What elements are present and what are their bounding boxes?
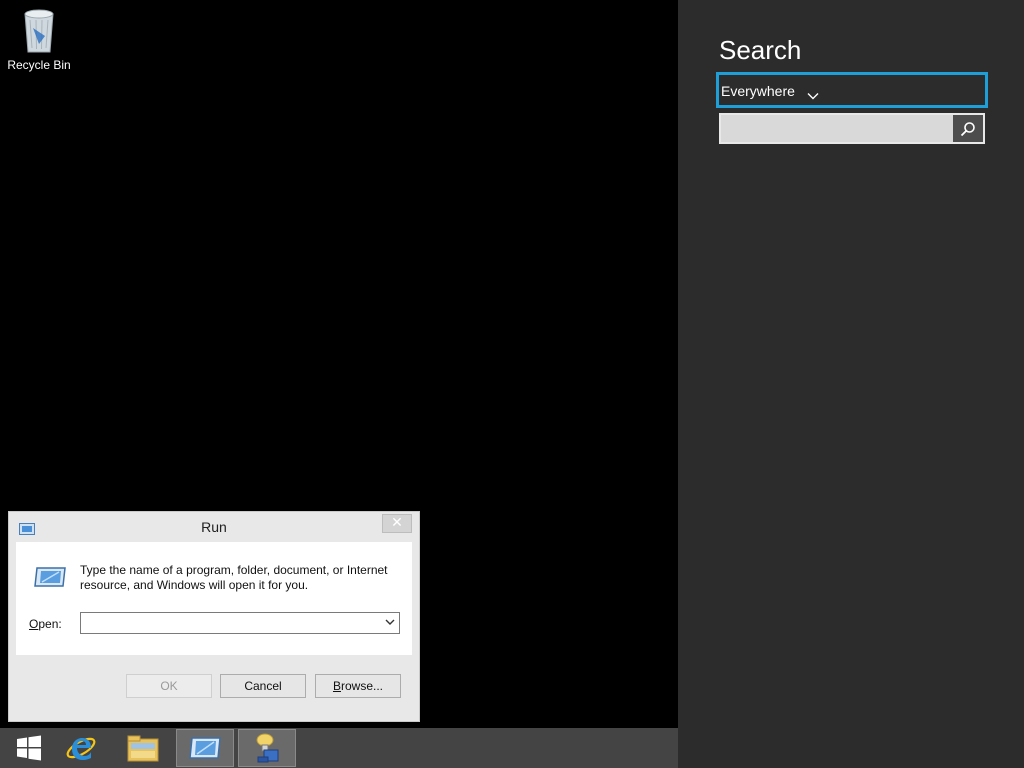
open-input[interactable]	[84, 615, 374, 633]
cancel-button[interactable]: Cancel	[220, 674, 306, 698]
taskbar-run-dialog[interactable]	[176, 729, 234, 767]
close-button[interactable]: ✕	[382, 514, 412, 533]
open-label-text: pen:	[38, 617, 62, 631]
open-label: Open:	[29, 617, 62, 631]
taskbar	[0, 728, 678, 768]
run-icon	[189, 737, 221, 759]
search-charm: Search Everywhere	[678, 0, 1024, 768]
run-titlebar[interactable]: Run ✕	[9, 512, 419, 542]
desktop-icon-recycle-bin[interactable]: Recycle Bin	[4, 6, 74, 72]
search-scope-label: Everywhere	[721, 83, 795, 99]
folder-icon	[127, 735, 159, 762]
run-description: Type the name of a program, folder, docu…	[80, 563, 388, 592]
search-box	[719, 113, 985, 144]
desktop-icon-label: Recycle Bin	[7, 58, 71, 72]
search-charm-title: Search	[719, 35, 802, 65]
recycle-bin-icon	[24, 9, 54, 53]
run-dialog: Run ✕ Type the name of a program, folder…	[8, 511, 420, 722]
browse-button[interactable]: Browse...	[315, 674, 401, 698]
run-icon	[33, 566, 67, 592]
search-button[interactable]	[953, 115, 983, 142]
windows-logo-icon	[17, 735, 41, 761]
taskbar-internet-explorer[interactable]	[52, 729, 110, 767]
run-title: Run	[201, 519, 227, 535]
taskbar-server-manager[interactable]	[238, 729, 296, 767]
browse-label: rowse...	[341, 679, 384, 693]
run-body: Type the name of a program, folder, docu…	[16, 542, 412, 655]
ok-button[interactable]: OK	[126, 674, 212, 698]
start-button[interactable]	[0, 729, 58, 767]
chevron-down-icon[interactable]	[383, 615, 397, 631]
open-combobox[interactable]	[80, 612, 400, 634]
taskbar-file-explorer[interactable]	[114, 729, 172, 767]
browse-accelerator: B	[332, 679, 341, 693]
internet-explorer-icon	[66, 737, 96, 760]
search-input[interactable]	[721, 115, 961, 142]
open-label-accelerator: O	[29, 617, 39, 631]
search-icon	[960, 121, 975, 136]
server-manager-icon	[256, 733, 279, 763]
chevron-down-icon	[807, 85, 819, 104]
close-icon: ✕	[391, 515, 403, 531]
search-scope-dropdown[interactable]: Everywhere	[716, 72, 988, 108]
